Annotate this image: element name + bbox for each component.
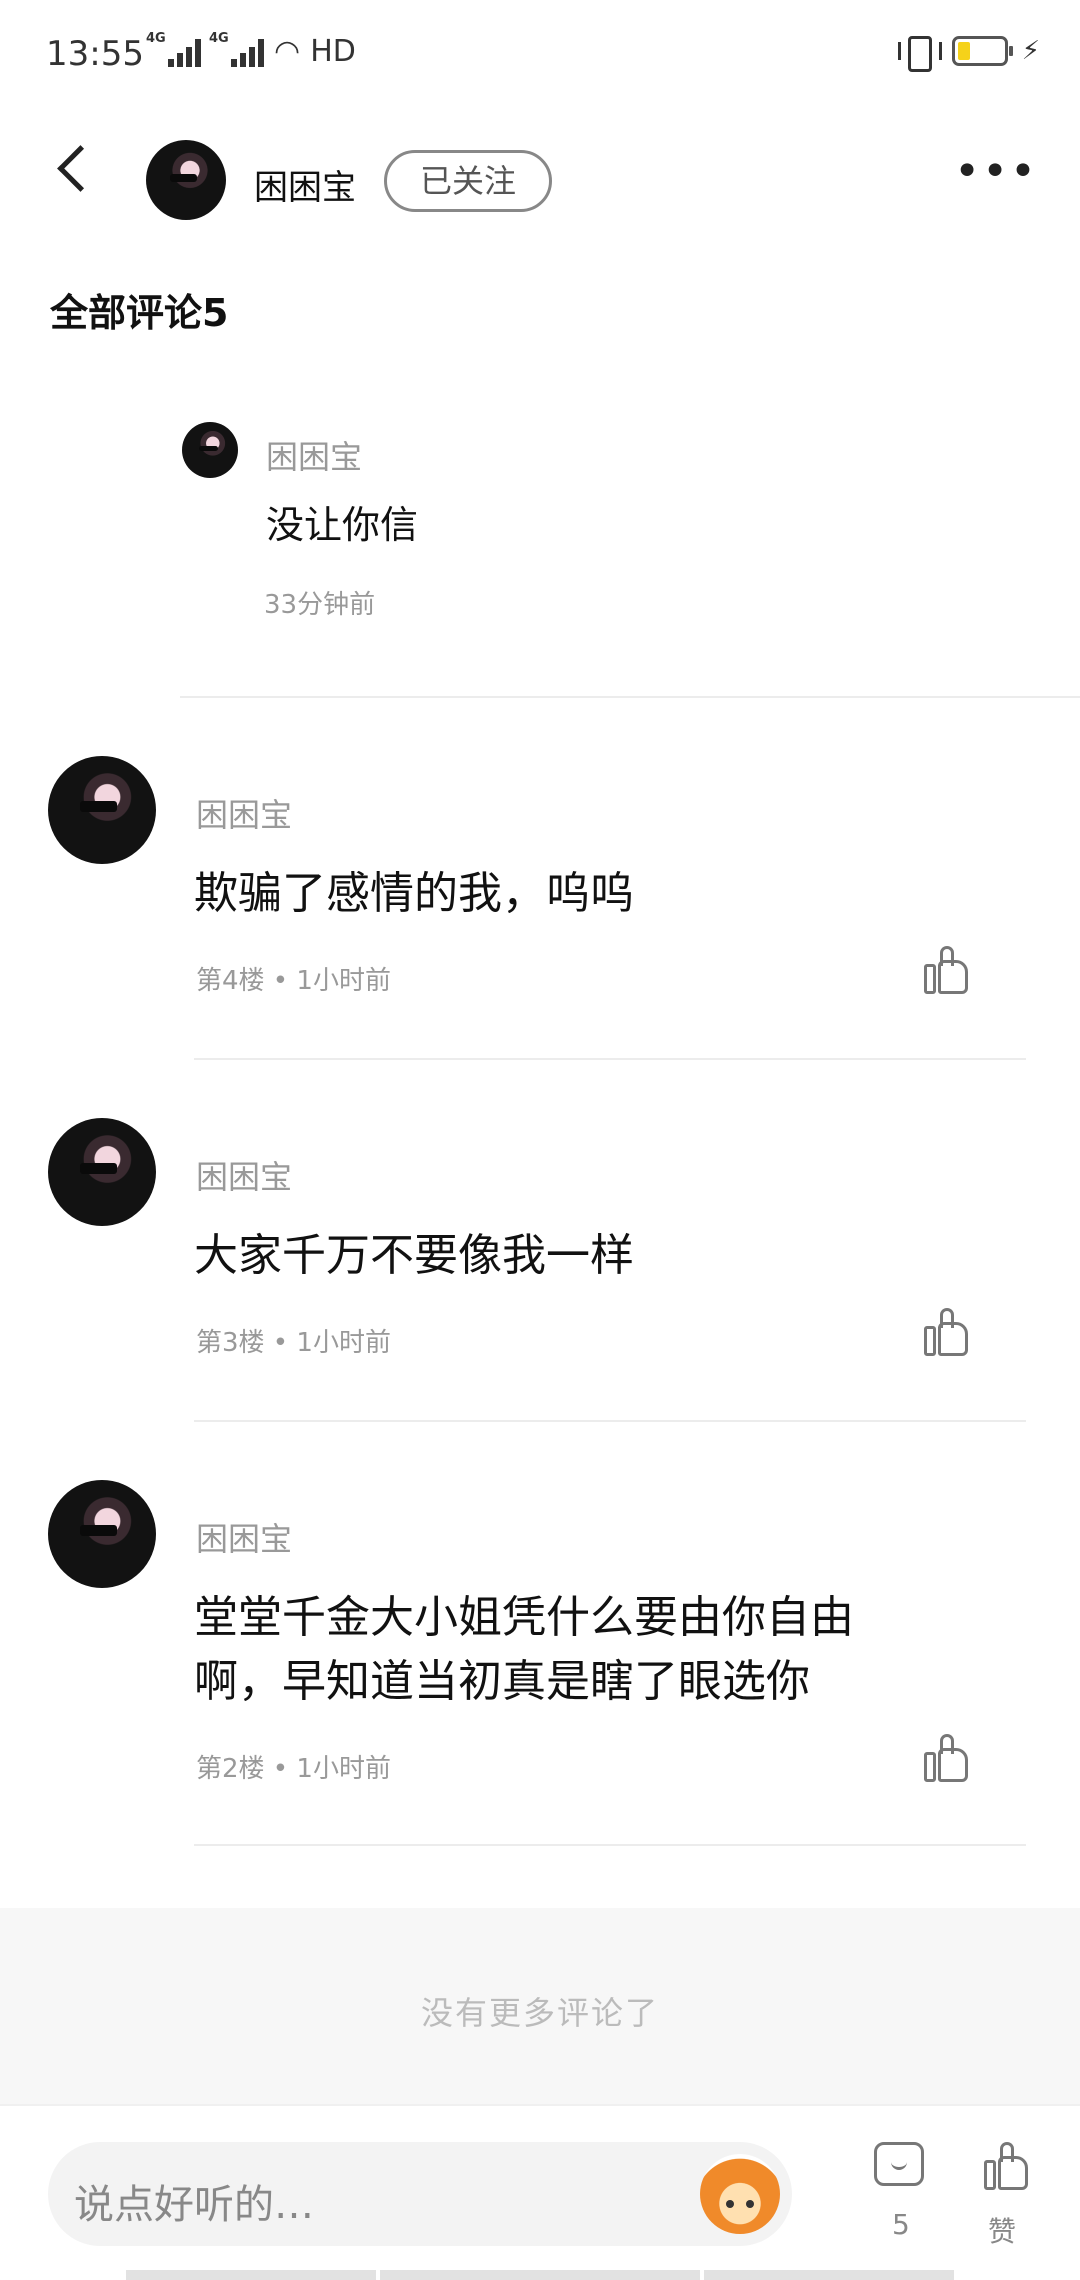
reply-author-name[interactable]: 困困宝 <box>266 432 362 478</box>
comment-author-name[interactable]: 困困宝 <box>196 1152 292 1198</box>
comment-bubble-icon <box>874 2142 924 2186</box>
network-indicators: 4G 4G ◠ HD <box>146 31 356 70</box>
comment-item[interactable]: 困困宝 堂堂千金大小姐凭什么要由你自由啊，早知道当初真是瞎了眼选你 第2楼 • … <box>0 1480 1080 1846</box>
no-more-comments-banner: 没有更多评论了 <box>0 1908 1080 2104</box>
comment-text: 大家千万不要像我一样 <box>194 1230 634 1281</box>
gesture-bar-left <box>126 2270 376 2280</box>
follow-button[interactable]: 已关注 <box>384 150 552 212</box>
comments-button[interactable]: 5 <box>870 2138 930 2241</box>
comment-input-placeholder: 说点好听的… <box>74 2182 314 2228</box>
reply-item[interactable]: 困困宝 没让你信 33分钟前 <box>180 420 1060 696</box>
battery-icon <box>951 36 1013 66</box>
gesture-bar-right <box>704 2270 954 2280</box>
back-button[interactable] <box>44 126 104 206</box>
reply-avatar[interactable] <box>182 422 238 478</box>
reply-text: 没让你信 <box>266 503 419 547</box>
vibrate-icon <box>897 34 942 72</box>
network-type-label: 4G <box>209 30 229 46</box>
comment-input[interactable]: 说点好听的… <box>48 2142 792 2246</box>
signal-icon: 4G <box>209 31 264 67</box>
comment-item[interactable]: 困困宝 欺骗了感情的我，呜呜 第4楼 • 1小时前 <box>0 756 1080 1060</box>
divider <box>180 696 1080 698</box>
like-label: 赞 <box>988 2215 1017 2248</box>
comment-avatar[interactable] <box>48 1118 156 1226</box>
reply-time: 33分钟前 <box>264 590 376 620</box>
like-button[interactable] <box>918 1734 970 1784</box>
comment-meta: 第4楼 • 1小时前 <box>196 966 391 996</box>
comment-text: 欺骗了感情的我，呜呜 <box>194 868 634 919</box>
thumbs-up-icon <box>978 2142 1030 2192</box>
no-more-comments-text: 没有更多评论了 <box>420 1994 659 2032</box>
comment-author-name[interactable]: 困困宝 <box>196 790 292 836</box>
comment-author-name[interactable]: 困困宝 <box>196 1514 292 1560</box>
author-avatar[interactable] <box>146 140 226 220</box>
network-type-label: 4G <box>146 30 166 46</box>
comment-text: 堂堂千金大小姐凭什么要由你自由啊，早知道当初真是瞎了眼选你 <box>194 1592 854 1707</box>
top-nav-bar: 困困宝 已关注 ••• <box>0 110 1080 240</box>
like-button[interactable] <box>918 1308 970 1358</box>
emoji-button[interactable] <box>700 2154 780 2234</box>
wifi-icon: ◠ <box>274 34 301 69</box>
divider <box>194 1420 1026 1422</box>
status-bar: 13:55 4G 4G ◠ HD ⚡ <box>0 0 1080 110</box>
more-options-button[interactable]: ••• <box>954 150 1038 194</box>
signal-icon: 4G <box>146 31 201 67</box>
divider <box>194 1844 1026 1846</box>
comment-meta: 第3楼 • 1小时前 <box>196 1328 391 1358</box>
status-right: ⚡ <box>897 34 1040 72</box>
status-time: 13:55 <box>46 34 144 74</box>
like-post-button[interactable]: 赞 <box>976 2138 1036 2248</box>
bottom-comment-bar: 说点好听的… 5 赞 <box>0 2104 1080 2280</box>
hd-label: HD <box>310 34 356 69</box>
comment-count: 5 <box>892 2208 910 2241</box>
gesture-bar-center <box>380 2270 700 2280</box>
divider <box>194 1058 1026 1060</box>
like-button[interactable] <box>918 946 970 996</box>
comment-meta: 第2楼 • 1小时前 <box>196 1754 391 1784</box>
comment-avatar[interactable] <box>48 1480 156 1588</box>
comment-item[interactable]: 困困宝 大家千万不要像我一样 第3楼 • 1小时前 <box>0 1118 1080 1422</box>
charging-icon: ⚡ <box>1021 36 1040 66</box>
comments-title: 全部评论5 <box>50 291 229 335</box>
author-name[interactable]: 困困宝 <box>254 160 356 209</box>
comment-avatar[interactable] <box>48 756 156 864</box>
